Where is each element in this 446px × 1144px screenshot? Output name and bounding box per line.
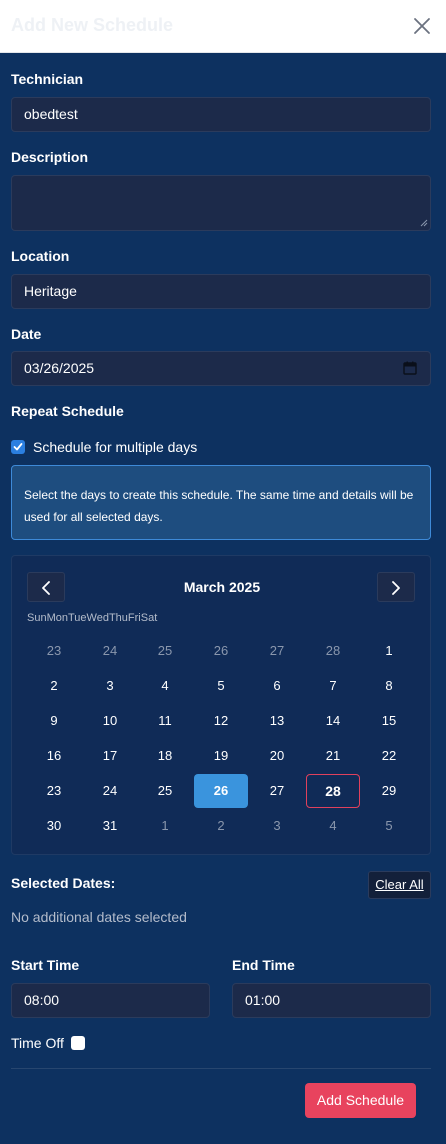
calendar-day[interactable]: 3 xyxy=(250,809,304,843)
add-schedule-button[interactable]: Add Schedule xyxy=(305,1083,416,1118)
calendar-day[interactable]: 14 xyxy=(306,704,360,738)
date-field[interactable]: 03/26/2025 xyxy=(11,351,431,386)
weekday-label: Mon xyxy=(46,612,68,624)
technician-label: Technician xyxy=(11,71,84,87)
calendar-day[interactable]: 24 xyxy=(83,634,137,668)
modal-header: Add New Schedule xyxy=(0,0,446,53)
calendar-day[interactable]: 21 xyxy=(306,739,360,773)
calendar-day[interactable]: 5 xyxy=(362,809,416,843)
no-dates-message: No additional dates selected xyxy=(11,909,187,925)
calendar-day[interactable]: 10 xyxy=(83,704,137,738)
clear-all-button[interactable]: Clear All xyxy=(368,871,431,899)
calendar-icon[interactable] xyxy=(403,361,417,375)
weekday-label: Wed xyxy=(86,612,109,624)
calendar-day[interactable]: 29 xyxy=(362,774,416,808)
calendar-day[interactable]: 2 xyxy=(27,669,81,703)
calendar-day[interactable]: 7 xyxy=(306,669,360,703)
description-field[interactable] xyxy=(11,175,431,231)
info-message: Select the days to create this schedule.… xyxy=(11,465,431,540)
technician-field[interactable]: obedtest xyxy=(11,97,431,132)
calendar-day[interactable]: 8 xyxy=(362,669,416,703)
calendar-day[interactable]: 22 xyxy=(362,739,416,773)
close-icon[interactable] xyxy=(412,14,432,38)
calendar-day[interactable]: 26 xyxy=(194,634,248,668)
calendar-day[interactable]: 25 xyxy=(138,774,192,808)
calendar-day[interactable]: 30 xyxy=(27,809,81,843)
calendar-day[interactable]: 3 xyxy=(83,669,137,703)
calendar-day[interactable]: 28 xyxy=(306,634,360,668)
calendar-day[interactable]: 4 xyxy=(306,809,360,843)
start-time-label: Start Time xyxy=(11,957,80,973)
chevron-right-icon xyxy=(392,581,400,595)
calendar-day[interactable]: 19 xyxy=(194,739,248,773)
calendar-day[interactable]: 15 xyxy=(362,704,416,738)
description-label: Description xyxy=(11,149,89,165)
calendar-day[interactable]: 6 xyxy=(250,669,304,703)
calendar-day[interactable]: 16 xyxy=(27,739,81,773)
multiple-days-checkbox[interactable] xyxy=(11,440,25,454)
weekday-label: Sun xyxy=(27,612,47,624)
calendar-day[interactable]: 23 xyxy=(27,774,81,808)
time-off-label[interactable]: Time Off xyxy=(11,1035,64,1051)
calendar-day[interactable]: 31 xyxy=(83,809,137,843)
repeat-schedule-label: Repeat Schedule xyxy=(11,403,124,419)
time-off-checkbox[interactable] xyxy=(71,1036,85,1050)
calendar-day[interactable]: 27 xyxy=(250,774,304,808)
check-icon xyxy=(13,443,23,451)
calendar-day[interactable]: 2 xyxy=(194,809,248,843)
end-time-field[interactable]: 01:00 xyxy=(232,983,431,1018)
resize-grip-icon[interactable] xyxy=(420,219,428,227)
multiple-days-label[interactable]: Schedule for multiple days xyxy=(33,439,197,455)
calendar-day[interactable]: 5 xyxy=(194,669,248,703)
calendar-day[interactable]: 1 xyxy=(362,634,416,668)
end-time-label: End Time xyxy=(232,957,295,973)
modal-title: Add New Schedule xyxy=(11,15,174,35)
weekday-label: Thu xyxy=(108,612,128,624)
weekday-label: Tue xyxy=(67,612,87,624)
calendar-day[interactable]: 23 xyxy=(27,634,81,668)
calendar-day[interactable]: 9 xyxy=(27,704,81,738)
calendar-day[interactable]: 20 xyxy=(250,739,304,773)
calendar-day[interactable]: 1 xyxy=(138,809,192,843)
start-time-field[interactable]: 08:00 xyxy=(11,983,210,1018)
calendar-day[interactable]: 27 xyxy=(250,634,304,668)
calendar-day[interactable]: 4 xyxy=(138,669,192,703)
calendar-day[interactable]: 25 xyxy=(138,634,192,668)
calendar-month-label: March 2025 xyxy=(183,579,261,595)
weekday-label: Sat xyxy=(140,612,158,624)
calendar-day[interactable]: 17 xyxy=(83,739,137,773)
divider xyxy=(11,1068,431,1069)
calendar-day[interactable]: 26 xyxy=(194,774,248,808)
location-field[interactable]: Heritage xyxy=(11,274,431,309)
weekday-label: Fri xyxy=(127,612,141,624)
calendar-picker: March 2025 Sun Mon Tue Wed Thu Fri Sat 23 24 25 2… xyxy=(11,555,431,855)
date-label: Date xyxy=(11,326,42,342)
selected-dates-label: Selected Dates: xyxy=(11,875,116,891)
calendar-day[interactable]: 11 xyxy=(138,704,192,738)
location-label: Location xyxy=(11,248,70,264)
calendar-day[interactable]: 12 xyxy=(194,704,248,738)
calendar-day[interactable]: 18 xyxy=(138,739,192,773)
calendar-day[interactable]: 28 xyxy=(306,774,360,808)
next-month-button[interactable] xyxy=(377,572,415,602)
calendar-day[interactable]: 24 xyxy=(83,774,137,808)
weekday-header: Sun Mon Tue Wed Thu Fri Sat xyxy=(27,612,157,624)
calendar-day[interactable]: 13 xyxy=(250,704,304,738)
